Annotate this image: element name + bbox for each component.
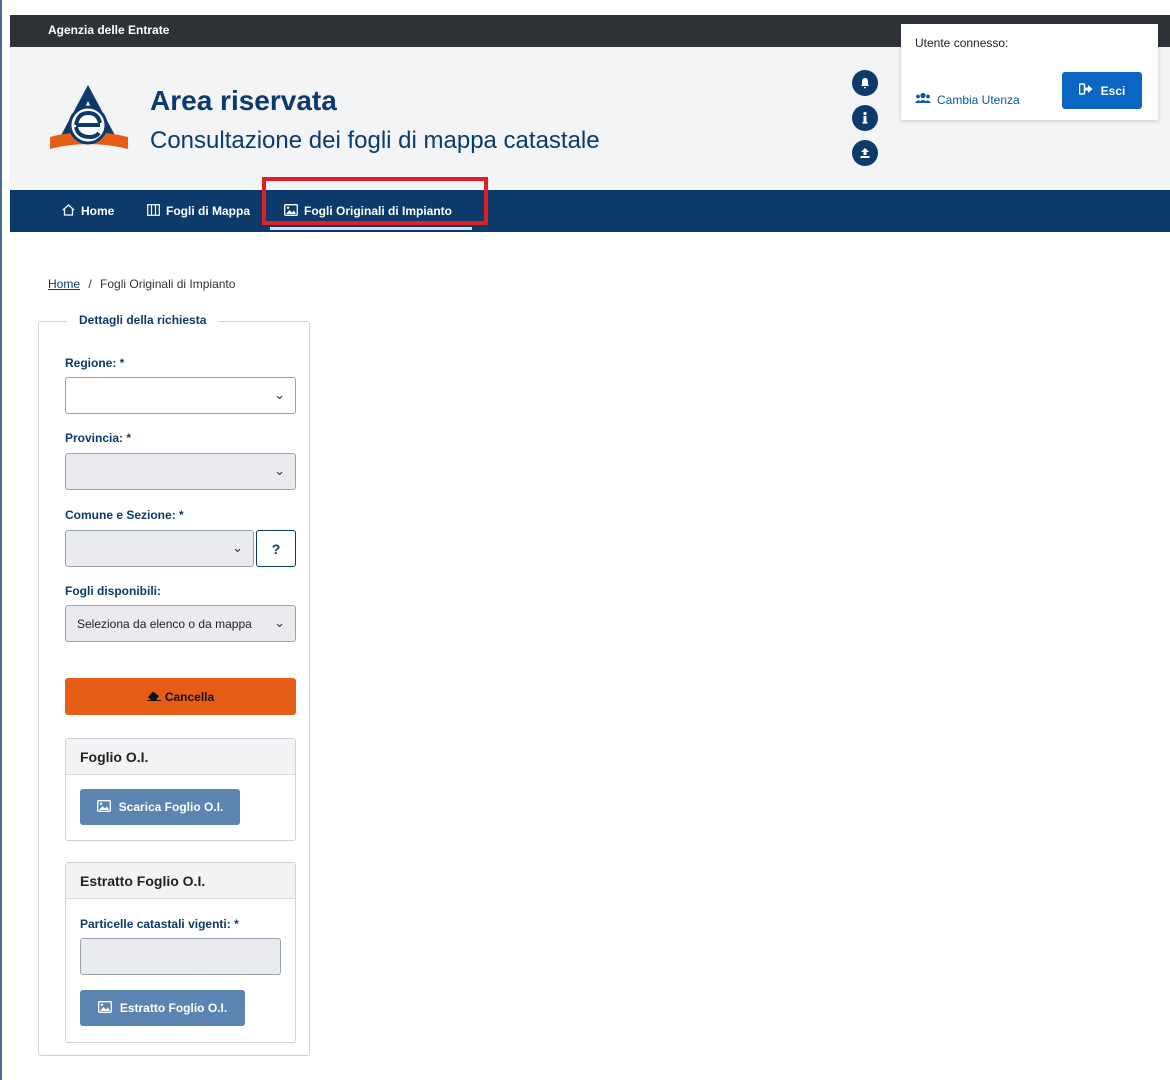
regione-label: Regione: * [65,356,125,370]
fieldset-legend: Dettagli della richiesta [67,313,219,327]
nav-label: Fogli di Mappa [166,204,250,218]
agenzia-logo [50,85,128,149]
highlight-annotation [262,177,488,225]
agency-name: Agenzia delle Entrate [48,23,170,37]
image-icon [96,799,111,815]
bell-icon[interactable] [852,70,878,96]
select-value: Seleziona da elenco o da mappa [77,617,252,631]
comune-select[interactable]: ⌄ [65,530,254,567]
eraser-icon [146,690,161,704]
main-nav: Home Fogli di Mappa Fogli Originali di I… [10,190,1170,232]
image-icon [97,1000,112,1016]
regione-select[interactable]: ⌄ [65,377,296,414]
window-edge [0,0,2,1080]
chevron-down-icon: ⌄ [274,615,285,630]
page-title: Area riservata [150,85,337,116]
estratto-foglio-label: Estratto Foglio O.I. [119,1001,228,1015]
page-subtitle: Consultazione dei fogli di mappa catasta… [150,127,600,154]
provincia-select[interactable]: ⌄ [65,453,296,490]
cancel-button[interactable]: Cancella [65,678,296,715]
home-icon [62,203,75,219]
switch-user-label: Cambia Utenza [937,92,1020,107]
help-button[interactable]: ? [256,530,296,567]
users-icon [915,92,931,107]
chevron-down-icon: ⌄ [274,387,285,402]
map-columns-icon [147,203,160,219]
fogli-select[interactable]: Seleziona da elenco o da mappa ⌄ [65,605,296,642]
upload-icon[interactable] [852,140,878,166]
logout-button[interactable]: Esci [1062,72,1142,109]
nav-item-fogli-mappa[interactable]: Fogli di Mappa [147,190,250,232]
user-connected-label: Utente connesso: [915,36,1009,50]
estratto-card-title: Estratto Foglio O.I. [66,863,295,899]
comune-label: Comune e Sezione: * [65,508,184,522]
particelle-label: Particelle catastali vigenti: * [80,917,239,931]
breadcrumb: Home / Fogli Originali di Impianto [48,277,235,291]
fogli-label: Fogli disponibili: [65,584,161,598]
info-icon[interactable] [852,105,878,131]
chevron-down-icon: ⌄ [232,540,243,555]
estratto-foglio-button[interactable]: Estratto Foglio O.I. [80,990,245,1026]
particelle-input[interactable] [80,938,281,975]
provincia-label: Provincia: * [65,431,132,445]
foglio-card-title: Foglio O.I. [66,739,295,775]
logout-label: Esci [1100,83,1126,98]
user-panel: Utente connesso: Cambia Utenza Esci [901,24,1158,120]
chevron-down-icon: ⌄ [274,463,285,478]
breadcrumb-separator: / [88,277,92,291]
download-foglio-label: Scarica Foglio O.I. [118,800,224,814]
sign-out-icon [1078,83,1093,98]
breadcrumb-home-link[interactable]: Home [48,277,80,291]
active-tab-indicator [270,227,472,230]
download-foglio-button[interactable]: Scarica Foglio O.I. [80,789,240,825]
nav-item-home[interactable]: Home [62,190,114,232]
cancel-label: Cancella [164,689,215,704]
nav-label: Home [81,204,115,218]
switch-user-link[interactable]: Cambia Utenza [915,92,1020,107]
breadcrumb-current: Fogli Originali di Impianto [100,277,236,291]
